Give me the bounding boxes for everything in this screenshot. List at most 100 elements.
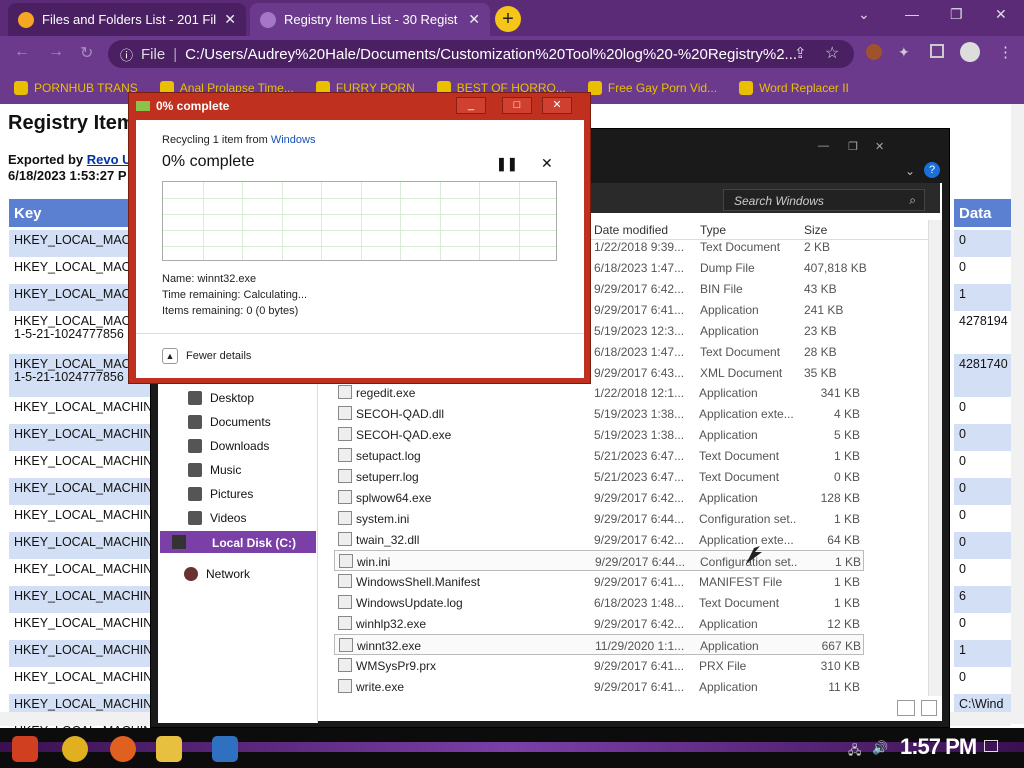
- file-row[interactable]: 6/18/2023 1:47... Text Document 28 KB: [590, 341, 930, 362]
- file-row[interactable]: setupact.log 5/21/2023 6:47... Text Docume…: [334, 445, 864, 466]
- explorer-close-icon[interactable]: ✕: [875, 140, 884, 153]
- file-row[interactable]: write.exe 9/29/2017 6:41... Application 11 …: [334, 676, 864, 697]
- fewer-details-button[interactable]: ▲ Fewer details: [162, 348, 251, 364]
- details-view-icon[interactable]: [897, 700, 915, 716]
- file-row[interactable]: 9/29/2017 6:43... XML Document 35 KB: [590, 362, 930, 383]
- col-size[interactable]: Size: [804, 223, 827, 237]
- file-row[interactable]: 9/29/2017 6:42... BIN File 43 KB: [590, 278, 930, 299]
- col-type[interactable]: Type: [700, 223, 726, 237]
- file-row[interactable]: twain_32.dll 9/29/2017 6:42... Application…: [334, 529, 864, 550]
- file-row[interactable]: regedit.exe 1/22/2018 12:1... Application 3…: [334, 382, 864, 403]
- help-icon[interactable]: ?: [924, 162, 940, 178]
- explorer-minimize-icon[interactable]: —: [818, 140, 829, 152]
- file-row[interactable]: WindowsShell.Manifest 9/29/2017 6:41... MA…: [334, 571, 864, 592]
- nav-local-disk[interactable]: Local Disk (C:): [160, 531, 316, 553]
- dialog-maximize-button[interactable]: □: [502, 97, 532, 114]
- chevron-down-icon[interactable]: ⌄: [905, 164, 915, 178]
- nav-music[interactable]: Music: [188, 463, 241, 477]
- forward-icon[interactable]: →: [48, 43, 64, 61]
- nav-network[interactable]: Network: [184, 567, 250, 581]
- file-name: SECOH-QAD.dll: [356, 407, 445, 421]
- nav-pictures[interactable]: Pictures: [188, 487, 253, 501]
- volume-icon[interactable]: 🔊: [872, 740, 888, 756]
- file-row[interactable]: setuperr.log 5/21/2023 6:47... Text Docume…: [334, 466, 864, 487]
- app-icon[interactable]: [212, 736, 238, 762]
- new-tab-button[interactable]: +: [495, 6, 521, 32]
- tab-files-folders[interactable]: Files and Folders List - 201 Fil ✕: [8, 3, 246, 36]
- nav-documents[interactable]: Documents: [188, 415, 271, 429]
- back-icon[interactable]: ←: [14, 43, 30, 61]
- search-input[interactable]: Search Windows ⌕: [723, 189, 925, 211]
- file-date: 9/29/2017 6:41...: [594, 303, 685, 317]
- notifications-icon[interactable]: [984, 740, 998, 752]
- share-icon[interactable]: ⇪: [794, 44, 807, 62]
- tab-registry-items[interactable]: Registry Items List - 30 Regist ✕: [250, 3, 490, 36]
- file-row[interactable]: win.ini 9/29/2017 6:44... Configuration se…: [334, 550, 864, 571]
- revo-link[interactable]: Revo U: [87, 152, 132, 167]
- source-folder-link[interactable]: Windows: [271, 134, 316, 146]
- dialog-minimize-button[interactable]: _: [456, 97, 486, 114]
- extensions-puzzle-icon[interactable]: ✦: [898, 44, 910, 61]
- file-icon: [338, 574, 352, 588]
- file-type: PRX File: [699, 659, 747, 673]
- bookmark-label: PORNHUB TRANS: [34, 81, 138, 95]
- file-row[interactable]: WMSysPr9.prx 9/29/2017 6:41... PRX File 310…: [334, 655, 864, 676]
- dialog-close-button[interactable]: ✕: [542, 97, 572, 114]
- file-name: winnt32.exe: [357, 639, 422, 653]
- nav-downloads[interactable]: Downloads: [188, 439, 269, 453]
- sidebar-icon[interactable]: [930, 44, 944, 58]
- chrome-icon[interactable]: [62, 736, 88, 762]
- file-type: Application: [700, 639, 759, 653]
- file-row[interactable]: system.ini 9/29/2017 6:44... Configuration…: [334, 508, 864, 529]
- pause-button[interactable]: ❚❚: [496, 156, 518, 172]
- graph-gridline: [163, 246, 556, 247]
- page-scrollbar[interactable]: [1011, 104, 1024, 724]
- cancel-icon[interactable]: ✕: [541, 155, 553, 172]
- chevron-down-icon[interactable]: ⌄: [858, 6, 870, 23]
- file-date: 9/29/2017 6:42...: [594, 533, 685, 547]
- file-row[interactable]: 1/22/2018 9:39... Text Document 2 KB: [590, 236, 930, 257]
- file-row[interactable]: 9/29/2017 6:41... Application 241 KB: [590, 299, 930, 320]
- graph-gridline: [163, 214, 556, 215]
- table-row-key: HKEY_LOCAL_MACHINE: [14, 454, 159, 468]
- reload-icon[interactable]: ↻: [80, 43, 93, 63]
- file-name: splwow64.exe: [356, 491, 432, 505]
- nav-desktop[interactable]: Desktop: [188, 391, 254, 405]
- file-icon: [338, 616, 352, 630]
- address-bar[interactable]: ⓘ File | C:/Users/Audrey%20Hale/Document…: [108, 40, 854, 68]
- tiles-view-icon[interactable]: [921, 700, 937, 716]
- bookmark-item[interactable]: Free Gay Porn Vid...: [587, 81, 717, 95]
- file-row[interactable]: winnt32.exe 11/29/2020 1:1... Application 6…: [334, 634, 864, 655]
- file-row[interactable]: SECOH-QAD.dll 5/19/2023 1:38... Applicatio…: [334, 403, 864, 424]
- extension-avatar-icon[interactable]: [866, 44, 882, 60]
- profile-avatar-icon[interactable]: [960, 42, 980, 62]
- file-name: WindowsUpdate.log: [356, 596, 463, 610]
- network-tray-icon[interactable]: 🖧: [848, 741, 861, 762]
- file-row[interactable]: splwow64.exe 9/29/2017 6:42... Application…: [334, 487, 864, 508]
- restore-icon[interactable]: ❐: [950, 6, 963, 23]
- close-icon[interactable]: ✕: [224, 11, 236, 28]
- file-row[interactable]: SECOH-QAD.exe 5/19/2023 1:38... Applicatio…: [334, 424, 864, 445]
- explorer-restore-icon[interactable]: ❐: [848, 140, 858, 153]
- file-row[interactable]: 6/18/2023 1:47... Dump File 407,818 KB: [590, 257, 930, 278]
- bookmark-item[interactable]: Word Replacer II: [739, 81, 849, 95]
- minimize-icon[interactable]: —: [905, 6, 919, 22]
- file-icon: [338, 469, 352, 483]
- col-date-modified[interactable]: Date modified: [594, 223, 668, 237]
- file-row[interactable]: 5/19/2023 12:3... Application 23 KB: [590, 320, 930, 341]
- file-row[interactable]: winhlp32.exe 9/29/2017 6:42... Application…: [334, 613, 864, 634]
- info-icon[interactable]: ⓘ: [120, 45, 133, 64]
- file-type: Application: [700, 324, 759, 338]
- start-icon[interactable]: [12, 736, 38, 762]
- taskbar-clock[interactable]: 1:57 PM: [900, 734, 977, 760]
- explorer-scrollbar[interactable]: [928, 220, 942, 696]
- file-row[interactable]: WindowsUpdate.log 6/18/2023 1:48... Text D…: [334, 592, 864, 613]
- firefox-icon[interactable]: [110, 736, 136, 762]
- bookmark-star-icon[interactable]: ☆: [825, 43, 839, 63]
- file-explorer-icon[interactable]: [156, 736, 182, 762]
- window-close-icon[interactable]: ✕: [995, 6, 1007, 23]
- menu-kebab-icon[interactable]: ⋮: [998, 43, 1013, 61]
- nav-videos[interactable]: Videos: [188, 511, 246, 525]
- bookmark-item[interactable]: PORNHUB TRANS: [14, 81, 138, 95]
- close-icon[interactable]: ✕: [468, 11, 480, 28]
